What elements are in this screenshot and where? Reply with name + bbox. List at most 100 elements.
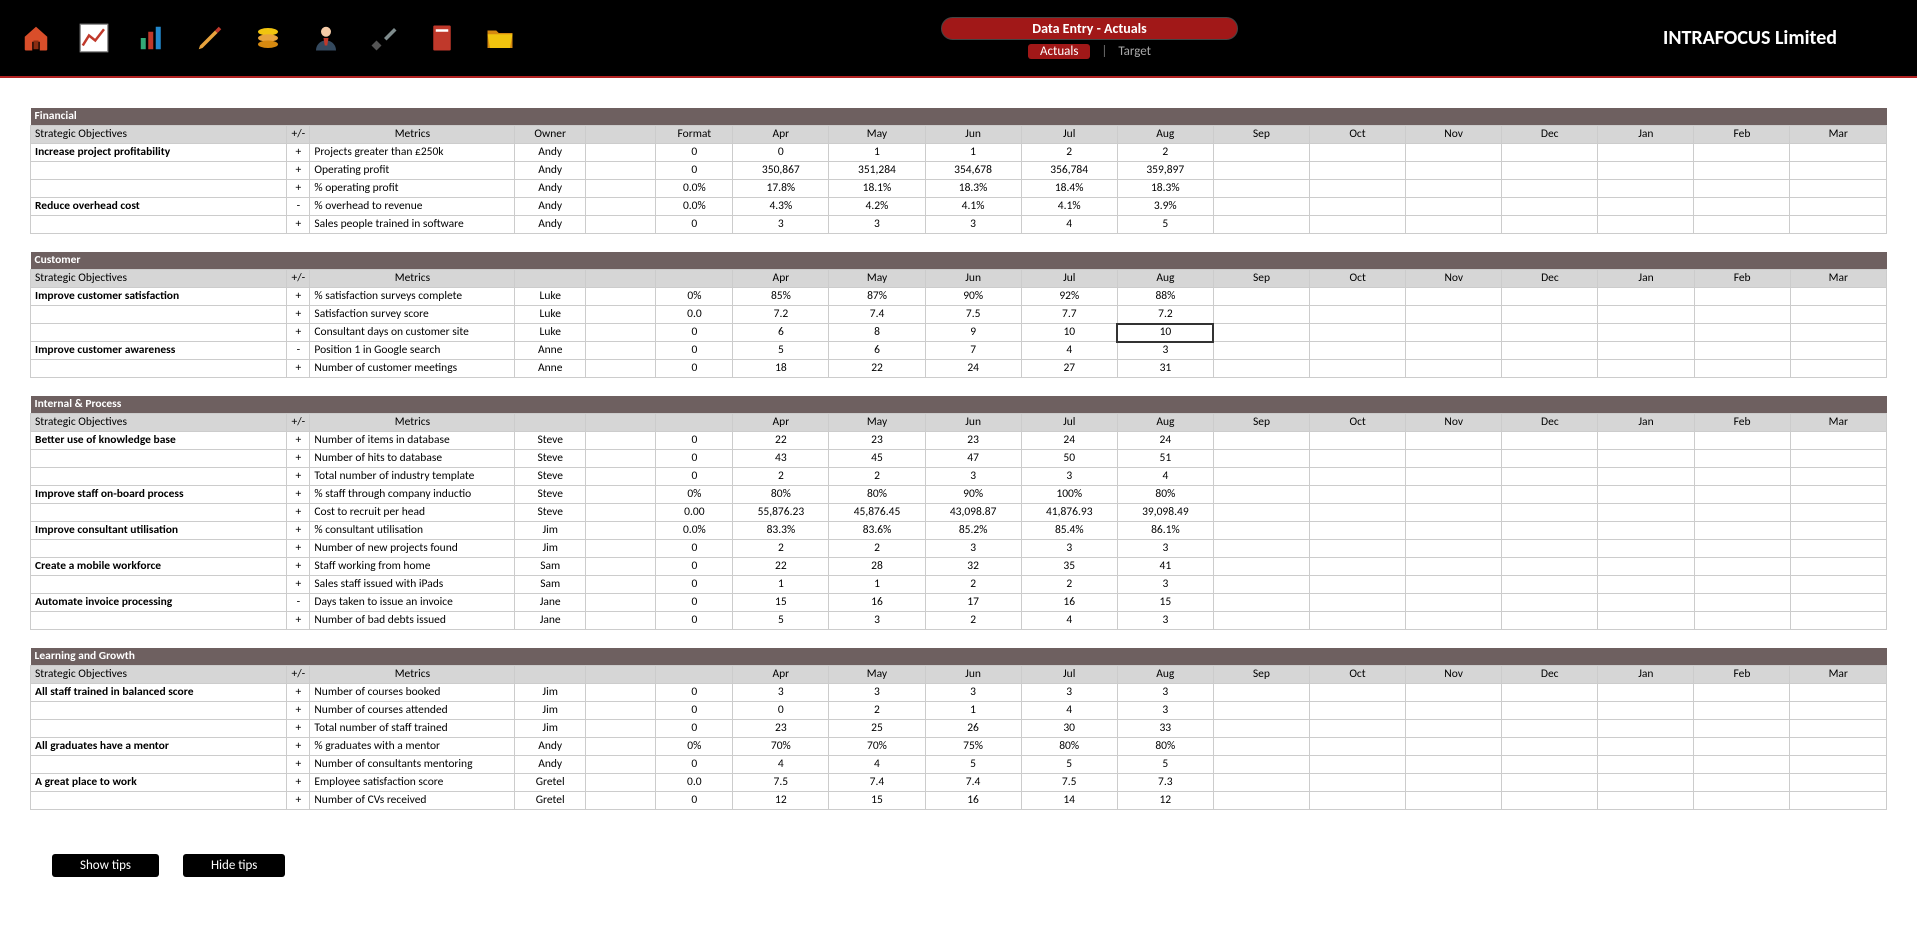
value-cell[interactable]: 4 xyxy=(1021,702,1117,720)
value-cell[interactable]: 7.5 xyxy=(733,774,829,792)
value-cell[interactable] xyxy=(1406,522,1502,540)
value-cell[interactable] xyxy=(1502,360,1598,378)
value-cell[interactable]: 2 xyxy=(1021,144,1117,162)
value-cell[interactable] xyxy=(1310,342,1406,360)
value-cell[interactable]: 8 xyxy=(829,324,925,342)
value-cell[interactable]: 3 xyxy=(925,216,1021,234)
value-cell[interactable]: 3 xyxy=(925,684,1021,702)
value-cell[interactable]: 3 xyxy=(733,216,829,234)
value-cell[interactable]: 24 xyxy=(925,360,1021,378)
value-cell[interactable] xyxy=(1406,702,1502,720)
value-cell[interactable] xyxy=(1598,180,1694,198)
value-cell[interactable] xyxy=(1310,558,1406,576)
pm-cell[interactable]: + xyxy=(287,756,310,774)
value-cell[interactable] xyxy=(1598,504,1694,522)
value-cell[interactable] xyxy=(1790,576,1886,594)
value-cell[interactable] xyxy=(1790,198,1887,216)
value-cell[interactable] xyxy=(1406,594,1502,612)
value-cell[interactable]: 4.2% xyxy=(829,198,925,216)
value-cell[interactable] xyxy=(1309,756,1405,774)
tab-target[interactable]: Target xyxy=(1118,44,1151,59)
value-cell[interactable]: 3 xyxy=(1117,576,1213,594)
value-cell[interactable] xyxy=(1598,738,1694,756)
value-cell[interactable] xyxy=(1694,558,1790,576)
value-cell[interactable] xyxy=(1694,720,1790,738)
value-cell[interactable] xyxy=(1502,540,1598,558)
value-cell[interactable] xyxy=(1694,432,1790,450)
pm-cell[interactable]: + xyxy=(287,558,310,576)
value-cell[interactable]: 24 xyxy=(1021,432,1117,450)
value-cell[interactable]: 85.2% xyxy=(925,522,1021,540)
value-cell[interactable] xyxy=(1213,792,1309,810)
value-cell[interactable]: 70% xyxy=(829,738,925,756)
value-cell[interactable]: 3 xyxy=(1117,342,1213,360)
value-cell[interactable]: 18.4% xyxy=(1021,180,1117,198)
value-cell[interactable] xyxy=(1502,306,1598,324)
value-cell[interactable]: 24 xyxy=(1117,432,1213,450)
value-cell[interactable]: 359,897 xyxy=(1117,162,1213,180)
value-cell[interactable] xyxy=(1310,540,1406,558)
value-cell[interactable] xyxy=(1790,720,1887,738)
value-cell[interactable] xyxy=(1502,288,1598,306)
value-cell[interactable]: 3 xyxy=(1021,540,1117,558)
value-cell[interactable] xyxy=(1790,324,1886,342)
value-cell[interactable]: 5 xyxy=(733,342,829,360)
value-cell[interactable]: 3 xyxy=(829,216,925,234)
pm-cell[interactable]: + xyxy=(287,702,310,720)
value-cell[interactable] xyxy=(1406,450,1502,468)
value-cell[interactable]: 92% xyxy=(1021,288,1117,306)
value-cell[interactable]: 80% xyxy=(733,486,829,504)
value-cell[interactable] xyxy=(1213,360,1309,378)
value-cell[interactable]: 7.5 xyxy=(1021,774,1117,792)
value-cell[interactable] xyxy=(1598,486,1694,504)
value-cell[interactable]: 4 xyxy=(829,756,925,774)
value-cell[interactable]: 80% xyxy=(1021,738,1117,756)
value-cell[interactable]: 23 xyxy=(829,432,925,450)
value-cell[interactable]: 9 xyxy=(925,324,1021,342)
value-cell[interactable] xyxy=(1502,342,1598,360)
value-cell[interactable] xyxy=(1406,558,1502,576)
value-cell[interactable]: 16 xyxy=(925,792,1021,810)
value-cell[interactable] xyxy=(1790,774,1887,792)
value-cell[interactable] xyxy=(1790,756,1887,774)
pm-cell[interactable]: + xyxy=(287,180,310,198)
value-cell[interactable]: 3 xyxy=(1117,540,1213,558)
value-cell[interactable]: 80% xyxy=(829,486,925,504)
value-cell[interactable]: 4.1% xyxy=(925,198,1021,216)
value-cell[interactable] xyxy=(1406,486,1502,504)
value-cell[interactable] xyxy=(1213,324,1309,342)
value-cell[interactable] xyxy=(1790,306,1886,324)
value-cell[interactable] xyxy=(1213,162,1309,180)
value-cell[interactable] xyxy=(1213,432,1309,450)
value-cell[interactable]: 15 xyxy=(829,792,925,810)
value-cell[interactable]: 80% xyxy=(1117,738,1213,756)
value-cell[interactable] xyxy=(1213,450,1309,468)
value-cell[interactable] xyxy=(1694,216,1790,234)
value-cell[interactable] xyxy=(1502,756,1598,774)
pm-cell[interactable]: + xyxy=(287,504,310,522)
value-cell[interactable]: 4.1% xyxy=(1021,198,1117,216)
pm-cell[interactable]: - xyxy=(287,594,310,612)
value-cell[interactable] xyxy=(1213,180,1309,198)
value-cell[interactable] xyxy=(1694,486,1790,504)
value-cell[interactable] xyxy=(1309,162,1405,180)
value-cell[interactable] xyxy=(1502,486,1598,504)
value-cell[interactable]: 83.3% xyxy=(733,522,829,540)
value-cell[interactable]: 351,284 xyxy=(829,162,925,180)
value-cell[interactable]: 18.3% xyxy=(925,180,1021,198)
value-cell[interactable]: 41,876.93 xyxy=(1021,504,1117,522)
value-cell[interactable] xyxy=(1790,288,1886,306)
value-cell[interactable] xyxy=(1790,792,1887,810)
value-cell[interactable] xyxy=(1502,594,1598,612)
value-cell[interactable]: 16 xyxy=(1021,594,1117,612)
pm-cell[interactable]: + xyxy=(287,792,310,810)
value-cell[interactable] xyxy=(1598,576,1694,594)
value-cell[interactable] xyxy=(1213,486,1309,504)
value-cell[interactable] xyxy=(1694,594,1790,612)
value-cell[interactable] xyxy=(1213,198,1309,216)
value-cell[interactable] xyxy=(1694,288,1790,306)
pm-cell[interactable]: + xyxy=(287,522,310,540)
value-cell[interactable] xyxy=(1502,792,1598,810)
value-cell[interactable] xyxy=(1790,360,1886,378)
value-cell[interactable]: 12 xyxy=(1117,792,1213,810)
